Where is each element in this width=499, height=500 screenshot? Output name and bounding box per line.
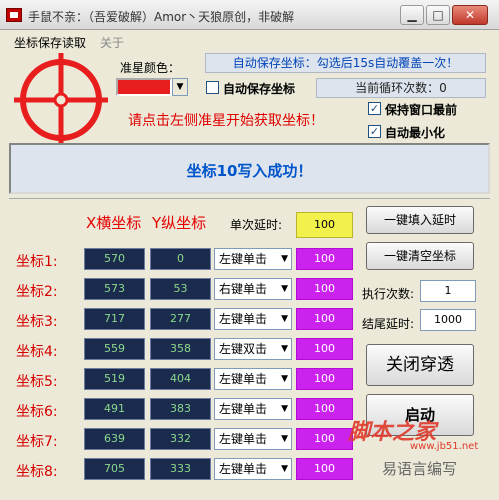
status-panel: 坐标10写入成功！ — [9, 143, 490, 194]
window-title: 手鼠不亲：（吾爱破解）Amor丶天狼原创，非破解 — [28, 10, 295, 24]
maximize-icon: □ — [432, 8, 444, 22]
fill-delay-button[interactable]: 一键填入延时 — [366, 206, 474, 234]
action-select-value: 左键单击 — [219, 432, 268, 446]
action-select-value: 左键单击 — [219, 462, 268, 476]
chevron-down-icon: ▼ — [281, 434, 288, 444]
delay-field[interactable]: 100 — [296, 278, 353, 300]
loop-count-display: 当前循环次数：0 — [316, 78, 486, 98]
x-column-header: X横坐标 — [86, 214, 142, 232]
keep-on-top-label: 保持窗口最前 — [385, 103, 458, 117]
y-coord-field[interactable]: 383 — [150, 398, 211, 420]
row-label: 坐标4: — [16, 344, 58, 360]
crosshair-icon[interactable] — [14, 53, 108, 147]
site-url: www.jb51.net — [410, 441, 479, 452]
action-select[interactable]: 左键单击 ▼ — [214, 368, 292, 390]
exec-count-label: 执行次数: — [362, 287, 415, 301]
x-coord-field[interactable]: 519 — [84, 368, 145, 390]
y-coord-field[interactable]: 277 — [150, 308, 211, 330]
exec-count-input[interactable]: 1 — [420, 280, 476, 302]
row-label: 坐标8: — [16, 464, 58, 480]
auto-save-checkbox[interactable] — [206, 81, 219, 94]
maximize-button[interactable]: □ — [426, 5, 450, 25]
auto-save-hint: 自动保存坐标：勾选后15s自动覆盖一次！ — [205, 53, 486, 73]
single-delay-label: 单次延时: — [230, 218, 283, 232]
delay-field[interactable]: 100 — [296, 368, 353, 390]
delay-field[interactable]: 100 — [296, 398, 353, 420]
row-label: 坐标6: — [16, 404, 58, 420]
menu-bar: 坐标保存读取 关于 — [0, 31, 499, 50]
auto-minimize-checkbox[interactable]: ✓ — [368, 125, 381, 138]
action-select[interactable]: 右键单击 ▼ — [214, 278, 292, 300]
y-coord-field[interactable]: 358 — [150, 338, 211, 360]
delay-field[interactable]: 100 — [296, 428, 353, 450]
x-coord-field[interactable]: 570 — [84, 248, 145, 270]
menu-save-load[interactable]: 坐标保存读取 — [14, 34, 86, 51]
delay-field[interactable]: 100 — [296, 458, 353, 480]
chevron-down-icon: ▼ — [281, 374, 288, 384]
auto-save-label: 自动保存坐标 — [223, 82, 296, 96]
y-coord-field[interactable]: 333 — [150, 458, 211, 480]
color-label: 准星颜色： — [120, 61, 181, 75]
chevron-down-icon: ▼ — [281, 254, 288, 264]
x-coord-field[interactable]: 573 — [84, 278, 145, 300]
chevron-down-icon: ▼ — [281, 464, 288, 474]
x-coord-field[interactable]: 559 — [84, 338, 145, 360]
action-select[interactable]: 左键单击 ▼ — [214, 398, 292, 420]
chevron-down-icon: ▼ — [281, 404, 288, 414]
x-coord-field[interactable]: 705 — [84, 458, 145, 480]
action-select-value: 右键单击 — [219, 282, 268, 296]
action-select-value: 左键双击 — [219, 342, 268, 356]
delay-field[interactable]: 100 — [296, 338, 353, 360]
menu-about[interactable]: 关于 — [100, 34, 124, 51]
color-swatch[interactable] — [116, 78, 172, 96]
x-coord-field[interactable]: 639 — [84, 428, 145, 450]
minimize-button[interactable]: ▁ — [400, 5, 424, 25]
chevron-down-icon: ▼ — [176, 82, 184, 92]
chevron-down-icon: ▼ — [281, 344, 288, 354]
close-button[interactable]: ✕ — [452, 5, 488, 25]
action-select[interactable]: 左键单击 ▼ — [214, 428, 292, 450]
chevron-down-icon: ▼ — [281, 284, 288, 294]
color-dropdown[interactable]: ▼ — [172, 78, 188, 96]
action-select-value: 左键单击 — [219, 372, 268, 386]
y-coord-field[interactable]: 332 — [150, 428, 211, 450]
action-select[interactable]: 左键单击 ▼ — [214, 458, 292, 480]
instruction-text: 请点击左侧准星开始获取坐标！ — [128, 113, 324, 129]
x-coord-field[interactable]: 491 — [84, 398, 145, 420]
divider — [9, 198, 490, 199]
auto-minimize-label: 自动最小化 — [385, 126, 446, 140]
single-delay-input[interactable]: 100 — [296, 212, 353, 238]
status-message: 坐标10写入成功！ — [186, 162, 313, 180]
action-select[interactable]: 左键双击 ▼ — [214, 338, 292, 360]
keep-on-top-checkbox[interactable]: ✓ — [368, 102, 381, 115]
close-icon: ✕ — [464, 8, 476, 22]
title-bar[interactable]: 手鼠不亲：（吾爱破解）Amor丶天狼原创，非破解 ▁ □ ✕ — [0, 0, 499, 30]
delay-field[interactable]: 100 — [296, 248, 353, 270]
clear-coords-button[interactable]: 一键清空坐标 — [366, 242, 474, 270]
row-label: 坐标2: — [16, 284, 58, 300]
end-delay-label: 结尾延时: — [362, 317, 415, 331]
action-select-value: 左键单击 — [219, 402, 268, 416]
x-coord-field[interactable]: 717 — [84, 308, 145, 330]
y-coord-field[interactable]: 404 — [150, 368, 211, 390]
passthrough-button[interactable]: 关闭穿透 — [366, 344, 474, 386]
app-icon — [6, 8, 22, 22]
row-label: 坐标1: — [16, 254, 58, 270]
action-select[interactable]: 左键单击 ▼ — [214, 248, 292, 270]
y-column-header: Y纵坐标 — [152, 214, 207, 232]
row-label: 坐标3: — [16, 314, 58, 330]
row-label: 坐标5: — [16, 374, 58, 390]
action-select-value: 左键单击 — [219, 312, 268, 326]
row-label: 坐标7: — [16, 434, 58, 450]
minimize-icon: ▁ — [407, 8, 417, 22]
action-select[interactable]: 左键单击 ▼ — [214, 308, 292, 330]
footer-text: 易语言编写 — [382, 460, 458, 478]
delay-field[interactable]: 100 — [296, 308, 353, 330]
y-coord-field[interactable]: 0 — [150, 248, 211, 270]
end-delay-input[interactable]: 1000 — [420, 309, 476, 331]
y-coord-field[interactable]: 53 — [150, 278, 211, 300]
action-select-value: 左键单击 — [219, 252, 268, 266]
chevron-down-icon: ▼ — [281, 314, 288, 324]
